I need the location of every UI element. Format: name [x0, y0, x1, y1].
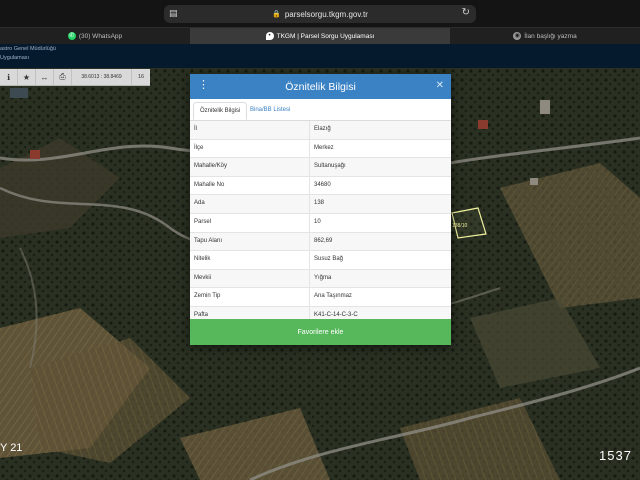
row-value: Yığma: [314, 274, 332, 281]
row-key: Mahalle/Köy: [190, 158, 310, 176]
dialog-header: ⋮ Öznitelik Bilgisi ✕: [190, 74, 451, 99]
row-key: Tapu Alanı: [190, 232, 310, 251]
browser-tab-bar: ✆ (30) WhatsApp • TKGM | Parsel Sorgu Uy…: [0, 27, 640, 44]
add-favorite-button[interactable]: Favorilere ekle: [190, 319, 451, 345]
info-icon[interactable]: ℹ: [0, 69, 18, 85]
tab-label: İlan başlığı yazma: [524, 32, 577, 40]
row-key: Mevkii: [190, 269, 310, 288]
lock-icon: 🔒: [272, 11, 281, 18]
site-icon: ◉: [513, 32, 522, 40]
row-value: Susuz Bağ: [314, 256, 344, 263]
table-row: İl Elazığ: [190, 121, 451, 140]
url-text: parselsorgu.tkgm.gov.tr: [284, 9, 368, 19]
row-key: Zemin Tip: [190, 288, 310, 306]
dialog-tabs: Öznitelik Bilgisi Bina/BB Listesi: [190, 99, 451, 121]
app-header: astro Genel Müdürlüğü Uygulaması: [0, 44, 640, 68]
whatsapp-icon: ✆: [67, 32, 76, 40]
app-header-line2: Uygulaması: [0, 55, 30, 61]
tab-tkgm[interactable]: • TKGM | Parsel Sorgu Uygulaması: [190, 28, 450, 44]
table-row: Mahalle No 34680: [190, 176, 451, 196]
table-row: İlçe Merkez: [190, 139, 451, 159]
coordinate-readout: 38.6013 : 38.8469: [72, 69, 132, 85]
table-row: Parsel 10: [190, 213, 451, 233]
menu-icon[interactable]: ⋮: [198, 80, 209, 91]
attribute-table: İl Elazığ İlçe Merkez Mahalle/Köy Sultanuşa…: [190, 121, 451, 326]
url-field[interactable]: ▤ 🔒 parselsorgu.tkgm.gov.tr ↻: [164, 5, 476, 23]
parcel-label: 138/10: [452, 223, 468, 229]
watermark-right: 1537: [599, 448, 632, 463]
row-key: İlçe: [190, 139, 310, 158]
close-icon[interactable]: ✕: [436, 80, 444, 91]
row-value: 10: [314, 218, 321, 225]
attribute-dialog: ⋮ Öznitelik Bilgisi ✕ Öznitelik Bilgisi …: [190, 74, 451, 345]
dialog-title: Öznitelik Bilgisi: [285, 80, 356, 93]
table-row: Tapu Alanı 862,69: [190, 232, 451, 252]
row-key: Parsel: [190, 213, 310, 232]
browser-address-bar: ▤ 🔒 parselsorgu.tkgm.gov.tr ↻: [0, 0, 640, 27]
row-value: 862,69: [314, 237, 333, 244]
row-key: Nitelik: [190, 251, 310, 269]
table-row: Mevkii Yığma: [190, 269, 451, 289]
location-pin-icon: •: [265, 32, 274, 40]
map-toolbar: ℹ ★ ↔ ⎙ 38.6013 : 38.8469 16: [0, 69, 150, 86]
row-value: Sultanuşağı: [314, 163, 346, 170]
table-row: Mahalle/Köy Sultanuşağı: [190, 158, 451, 177]
row-value: Merkez: [314, 144, 334, 151]
row-value: 34680: [314, 181, 331, 188]
row-key: İl: [190, 121, 310, 139]
tab-label: TKGM | Parsel Sorgu Uygulaması: [276, 32, 375, 40]
tab-label: (30) WhatsApp: [78, 32, 123, 40]
zoom-level: 16: [137, 74, 145, 80]
tab-ilan[interactable]: ◉ İlan başlığı yazma: [450, 28, 640, 44]
tab-oznitelik[interactable]: Öznitelik Bilgisi: [193, 102, 248, 120]
reader-icon[interactable]: ▤: [169, 8, 178, 19]
table-row: Zemin Tip Ana Taşınmaz: [190, 288, 451, 307]
row-value: Ana Taşınmaz: [314, 293, 352, 300]
row-value: 138: [314, 200, 325, 207]
row-key: Ada: [190, 195, 310, 213]
print-icon[interactable]: ⎙: [54, 69, 72, 85]
row-key: Mahalle No: [190, 176, 310, 195]
measure-icon[interactable]: ↔: [36, 69, 54, 85]
table-row: Ada 138: [190, 195, 451, 214]
watermark-left: Y 21: [0, 442, 23, 454]
star-icon[interactable]: ★: [18, 69, 36, 85]
table-row: Nitelik Susuz Bağ: [190, 251, 451, 270]
tab-bina-listesi[interactable]: Bina/BB Listesi: [244, 102, 296, 120]
app-header-line1: astro Genel Müdürlüğü: [0, 46, 56, 52]
tab-whatsapp[interactable]: ✆ (30) WhatsApp: [0, 28, 190, 44]
reload-icon[interactable]: ↻: [462, 7, 470, 18]
row-value: Elazığ: [314, 126, 331, 132]
